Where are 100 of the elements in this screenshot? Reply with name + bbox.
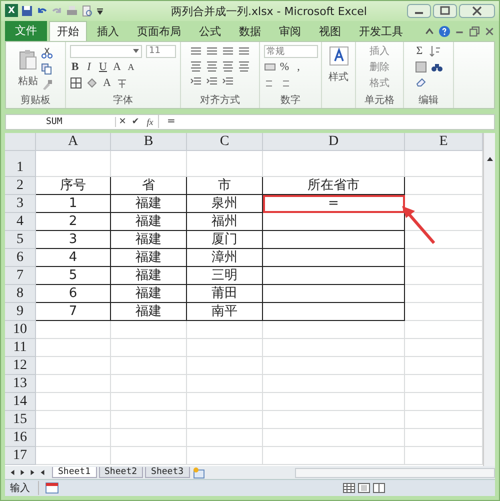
file-tab[interactable]: 文件 bbox=[5, 20, 47, 41]
align-icon[interactable] bbox=[238, 44, 250, 57]
row-header[interactable]: 10 bbox=[5, 320, 36, 339]
preview-icon[interactable] bbox=[81, 4, 93, 17]
table-cell: 福建 bbox=[111, 230, 187, 249]
row-header[interactable]: 3 bbox=[5, 194, 36, 213]
indent-icon[interactable] bbox=[222, 74, 234, 87]
maximize-icon[interactable] bbox=[433, 4, 457, 18]
indent-icon[interactable] bbox=[190, 74, 202, 87]
row-header[interactable]: 11 bbox=[5, 338, 36, 357]
ribbon-tab[interactable]: 数据 bbox=[231, 20, 269, 41]
align-icon[interactable] bbox=[190, 60, 202, 72]
row-header[interactable]: 4 bbox=[5, 212, 36, 231]
paste-button[interactable]: 粘贴 bbox=[18, 49, 38, 88]
vertical-scrollbar[interactable] bbox=[483, 132, 495, 466]
align-icon[interactable] bbox=[206, 60, 218, 72]
formula-field[interactable]: = bbox=[158, 115, 494, 128]
ribbon-tab[interactable]: 页面布局 bbox=[129, 20, 189, 41]
name-box[interactable]: SUM bbox=[6, 116, 116, 127]
group-label: 对齐方式 bbox=[200, 94, 240, 108]
column-header[interactable]: C bbox=[187, 132, 263, 151]
sheet-tab[interactable]: Sheet3 bbox=[145, 467, 190, 478]
percent-button[interactable]: % bbox=[280, 60, 290, 74]
excel-logo-icon[interactable]: X bbox=[5, 4, 18, 18]
fill-bucket-icon[interactable] bbox=[86, 77, 98, 90]
dropdown-arrow-icon[interactable] bbox=[133, 49, 139, 54]
row-header[interactable]: 16 bbox=[5, 428, 36, 447]
align-icon[interactable] bbox=[238, 60, 250, 72]
restore-icon[interactable] bbox=[469, 26, 480, 38]
table-cell: 福建 bbox=[111, 284, 187, 303]
font-color-button[interactable]: A bbox=[102, 76, 112, 90]
ribbon-tab[interactable]: 开始 bbox=[49, 20, 87, 41]
help-icon[interactable] bbox=[439, 26, 450, 38]
column-header[interactable]: D bbox=[263, 132, 405, 151]
row-header[interactable]: 2 bbox=[5, 176, 36, 195]
ribbon-tab[interactable]: 插入 bbox=[89, 20, 127, 41]
row-header[interactable]: 14 bbox=[5, 392, 36, 411]
insert-button[interactable]: 插入 bbox=[370, 44, 390, 58]
row-header[interactable]: 1 bbox=[5, 150, 36, 177]
shrink-font-button[interactable]: A bbox=[126, 60, 136, 74]
font-size-field[interactable]: 11 bbox=[146, 44, 176, 58]
row-header[interactable]: 9 bbox=[5, 302, 36, 321]
table-cell: 序号 bbox=[36, 176, 111, 195]
eraser-icon[interactable] bbox=[414, 76, 426, 88]
copy-icon[interactable] bbox=[41, 62, 53, 75]
group-label: 字体 bbox=[113, 94, 133, 108]
ribbon-tab[interactable]: 审阅 bbox=[271, 20, 309, 41]
minimize-icon[interactable] bbox=[407, 4, 431, 18]
column-header[interactable]: A bbox=[36, 132, 111, 151]
table-cell: 南平 bbox=[187, 302, 263, 321]
scissors-icon[interactable] bbox=[41, 46, 53, 59]
row-header[interactable]: 15 bbox=[5, 410, 36, 429]
row-header[interactable]: 13 bbox=[5, 374, 36, 393]
row-header[interactable]: 7 bbox=[5, 266, 36, 285]
row-header[interactable]: 5 bbox=[5, 230, 36, 249]
styles-button[interactable]: 样式 bbox=[328, 44, 348, 108]
scroll-up-icon[interactable] bbox=[486, 154, 494, 163]
row-header[interactable]: 6 bbox=[5, 248, 36, 267]
sheet-tab[interactable]: Sheet2 bbox=[98, 467, 144, 478]
align-icon[interactable] bbox=[222, 44, 234, 57]
save-icon[interactable] bbox=[21, 4, 33, 17]
column-header[interactable]: E bbox=[405, 132, 483, 151]
row-header[interactable]: 8 bbox=[5, 284, 36, 303]
row-header[interactable]: 17 bbox=[5, 446, 36, 465]
pointer-arrow bbox=[400, 204, 436, 245]
close-icon[interactable] bbox=[459, 4, 495, 18]
bold-button[interactable]: B bbox=[70, 60, 80, 74]
align-icon[interactable] bbox=[190, 44, 202, 57]
horizontal-scrollbar[interactable] bbox=[295, 468, 495, 478]
new-sheet-icon[interactable] bbox=[192, 466, 206, 479]
ribbon-tab[interactable]: 公式 bbox=[191, 20, 229, 41]
row-header[interactable]: 12 bbox=[5, 356, 36, 375]
macro-record-icon[interactable] bbox=[45, 482, 59, 494]
font-name-field[interactable] bbox=[70, 44, 142, 58]
comma-button[interactable]: , bbox=[294, 60, 304, 74]
sheet-tab[interactable]: Sheet1 bbox=[52, 467, 97, 478]
page-break-icon[interactable] bbox=[373, 483, 385, 494]
format-painter-icon[interactable] bbox=[41, 78, 53, 91]
close-icon[interactable] bbox=[484, 26, 495, 38]
cancel-button[interactable]: ✕ bbox=[116, 116, 129, 127]
table-cell: 所在省市 bbox=[263, 176, 405, 195]
align-icon[interactable] bbox=[206, 44, 218, 57]
underline-button[interactable]: U bbox=[98, 60, 108, 74]
italic-button[interactable]: I bbox=[84, 60, 94, 74]
indent-icon[interactable] bbox=[206, 74, 218, 87]
insert-function-button[interactable]: fx bbox=[142, 116, 158, 127]
grow-font-button[interactable]: A bbox=[112, 60, 122, 74]
enter-button[interactable]: ✔ bbox=[129, 116, 142, 127]
column-header[interactable]: B bbox=[111, 132, 187, 151]
customize-icon[interactable] bbox=[96, 6, 104, 15]
page-layout-icon[interactable] bbox=[358, 483, 370, 494]
autosum-button[interactable]: Σ bbox=[414, 44, 424, 58]
sort-icon[interactable] bbox=[428, 45, 440, 58]
align-icon[interactable] bbox=[222, 60, 234, 72]
normal-view-icon[interactable] bbox=[343, 483, 355, 494]
number-format-field[interactable]: 常规 bbox=[264, 44, 318, 58]
ribbon-tab[interactable]: 视图 bbox=[311, 20, 349, 41]
border-icon[interactable] bbox=[70, 77, 82, 90]
table-cell: 4 bbox=[36, 248, 111, 267]
ribbon-tab[interactable]: 开发工具 bbox=[351, 20, 411, 41]
